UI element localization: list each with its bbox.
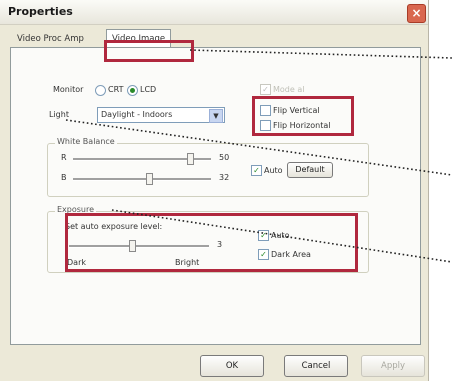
callout-line-exposure: [111, 209, 453, 263]
callout-leader-lines: [65, 49, 453, 263]
callout-line-tab: [189, 49, 453, 59]
callout-line-flip: [65, 119, 453, 176]
